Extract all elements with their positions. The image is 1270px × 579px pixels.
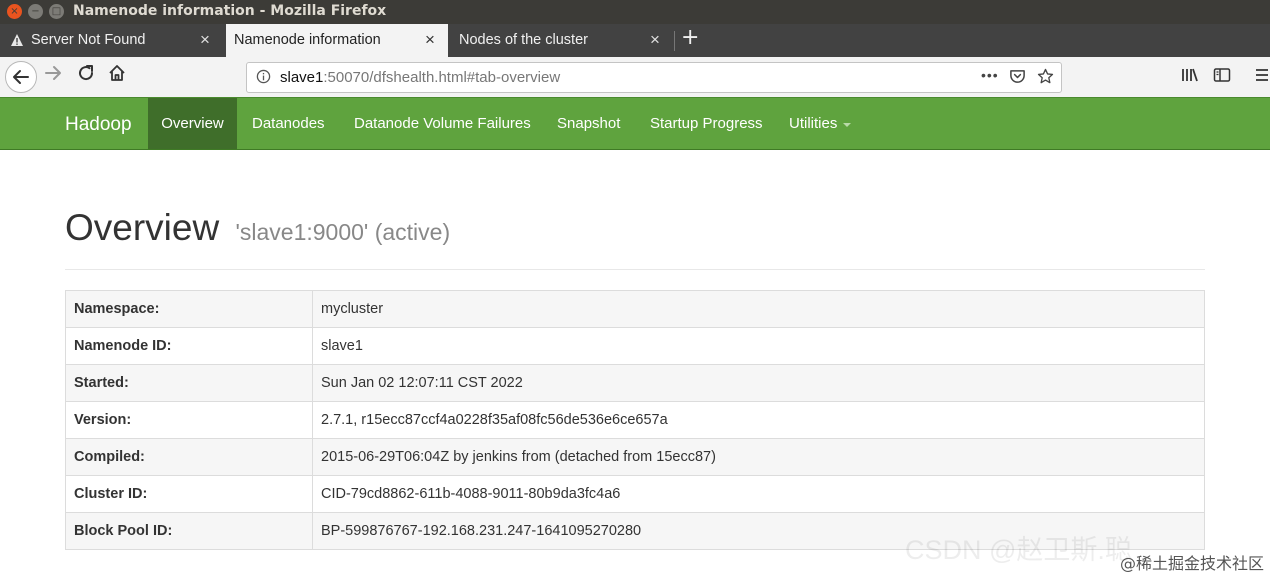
table-row: Started: Sun Jan 02 12:07:11 CST 2022 — [65, 364, 1205, 402]
sidebar-button[interactable] — [1213, 67, 1231, 83]
back-arrow-icon — [13, 70, 29, 84]
window-close-button[interactable]: × — [7, 4, 22, 19]
nav-datanodes[interactable]: Datanodes — [252, 98, 325, 149]
home-button[interactable] — [108, 64, 126, 82]
window-maximize-button[interactable]: □ — [49, 4, 64, 19]
reload-icon — [79, 65, 94, 81]
nav-overview[interactable]: Overview — [148, 98, 237, 149]
row-key: Namenode ID: — [65, 327, 313, 365]
row-key: Version: — [65, 401, 313, 439]
nav-utilities-label: Utilities — [789, 115, 838, 132]
tab-label: Namenode information — [234, 32, 381, 48]
forward-button[interactable] — [44, 64, 62, 82]
window-titlebar: × − □ Namenode information - Mozilla Fir… — [0, 0, 1270, 24]
url-host: slave1 — [280, 69, 324, 86]
table-row: Compiled: 2015-06-29T06:04Z by jenkins fr… — [65, 438, 1205, 476]
url-path: :50070/dfshealth.html#tab-overview — [323, 69, 561, 86]
hamburger-menu-icon — [1256, 69, 1268, 81]
hadoop-navbar: Hadoop Overview Datanodes Datanode Volum… — [0, 97, 1270, 150]
info-icon[interactable] — [256, 69, 271, 88]
row-value: Sun Jan 02 12:07:11 CST 2022 — [312, 364, 1205, 402]
tab-close-icon[interactable]: × — [200, 30, 210, 50]
navigation-toolbar: slave1:50070/dfshealth.html#tab-overview… — [0, 57, 1270, 98]
bookmark-star-icon[interactable] — [1037, 68, 1054, 89]
library-icon — [1182, 68, 1198, 82]
row-value: 2.7.1, r15ecc87ccf4a0228f35af08fc56de536… — [312, 401, 1205, 439]
tab-separator — [674, 31, 675, 51]
window-minimize-button[interactable]: − — [28, 4, 43, 19]
close-icon: × — [10, 5, 19, 17]
caret-down-icon — [843, 122, 852, 127]
tab-namenode-information[interactable]: Namenode information × — [226, 24, 448, 57]
menu-button[interactable] — [1255, 67, 1269, 83]
row-value: mycluster — [312, 290, 1205, 328]
page-title-text: Overview — [65, 207, 220, 248]
page-actions-icon[interactable]: ••• — [981, 67, 999, 83]
page-subtitle: 'slave1:9000' (active) — [235, 219, 451, 245]
warning-icon — [10, 33, 24, 51]
row-key: Compiled: — [65, 438, 313, 476]
new-tab-button[interactable]: + — [681, 27, 699, 49]
tab-label: Server Not Found — [31, 32, 146, 48]
row-value: CID-79cd8862-611b-4088-9011-80b9da3fc4a6 — [312, 475, 1205, 513]
tab-close-icon[interactable]: × — [425, 30, 435, 50]
tab-nodes-of-cluster[interactable]: Nodes of the cluster × — [449, 24, 673, 57]
pocket-icon[interactable] — [1009, 68, 1026, 89]
row-value: slave1 — [312, 327, 1205, 365]
back-button[interactable] — [5, 61, 37, 93]
row-key: Block Pool ID: — [65, 512, 313, 550]
home-icon — [109, 65, 125, 81]
reload-button[interactable] — [77, 64, 95, 82]
forward-arrow-icon — [45, 66, 61, 80]
page-title: Overview 'slave1:9000' (active) — [65, 207, 450, 249]
library-button[interactable] — [1181, 67, 1199, 83]
table-row: Namenode ID: slave1 — [65, 327, 1205, 365]
url-bar[interactable]: slave1:50070/dfshealth.html#tab-overview… — [246, 62, 1062, 93]
tab-close-icon[interactable]: × — [650, 30, 660, 50]
tab-label: Nodes of the cluster — [459, 32, 588, 48]
sidebar-icon — [1213, 68, 1231, 82]
row-key: Started: — [65, 364, 313, 402]
overview-table: Namespace: mycluster Namenode ID: slave1 S… — [65, 290, 1205, 550]
url-text: slave1:50070/dfshealth.html#tab-overview — [280, 69, 560, 86]
minimize-icon: − — [31, 5, 40, 17]
hadoop-brand[interactable]: Hadoop — [65, 114, 132, 136]
watermark-faint: CSDN @赵卫斯.聪 — [905, 535, 1132, 565]
row-key: Cluster ID: — [65, 475, 313, 513]
tab-strip: Server Not Found × Namenode information … — [0, 24, 1270, 57]
tab-server-not-found[interactable]: Server Not Found × — [0, 24, 225, 57]
nav-utilities[interactable]: Utilities — [789, 98, 852, 149]
table-row: Namespace: mycluster — [65, 290, 1205, 328]
watermark: @稀土掘金技术社区 — [1119, 554, 1264, 573]
nav-startup-progress[interactable]: Startup Progress — [650, 98, 763, 149]
maximize-icon: □ — [51, 5, 62, 17]
row-key: Namespace: — [65, 290, 313, 328]
table-row: Version: 2.7.1, r15ecc87ccf4a0228f35af08f… — [65, 401, 1205, 439]
table-row: Cluster ID: CID-79cd8862-611b-4088-9011-8… — [65, 475, 1205, 513]
divider — [65, 269, 1205, 270]
nav-datanode-volume-failures[interactable]: Datanode Volume Failures — [354, 98, 531, 149]
window-title: Namenode information - Mozilla Firefox — [73, 3, 387, 19]
nav-snapshot[interactable]: Snapshot — [557, 98, 620, 149]
row-value: 2015-06-29T06:04Z by jenkins from (detac… — [312, 438, 1205, 476]
